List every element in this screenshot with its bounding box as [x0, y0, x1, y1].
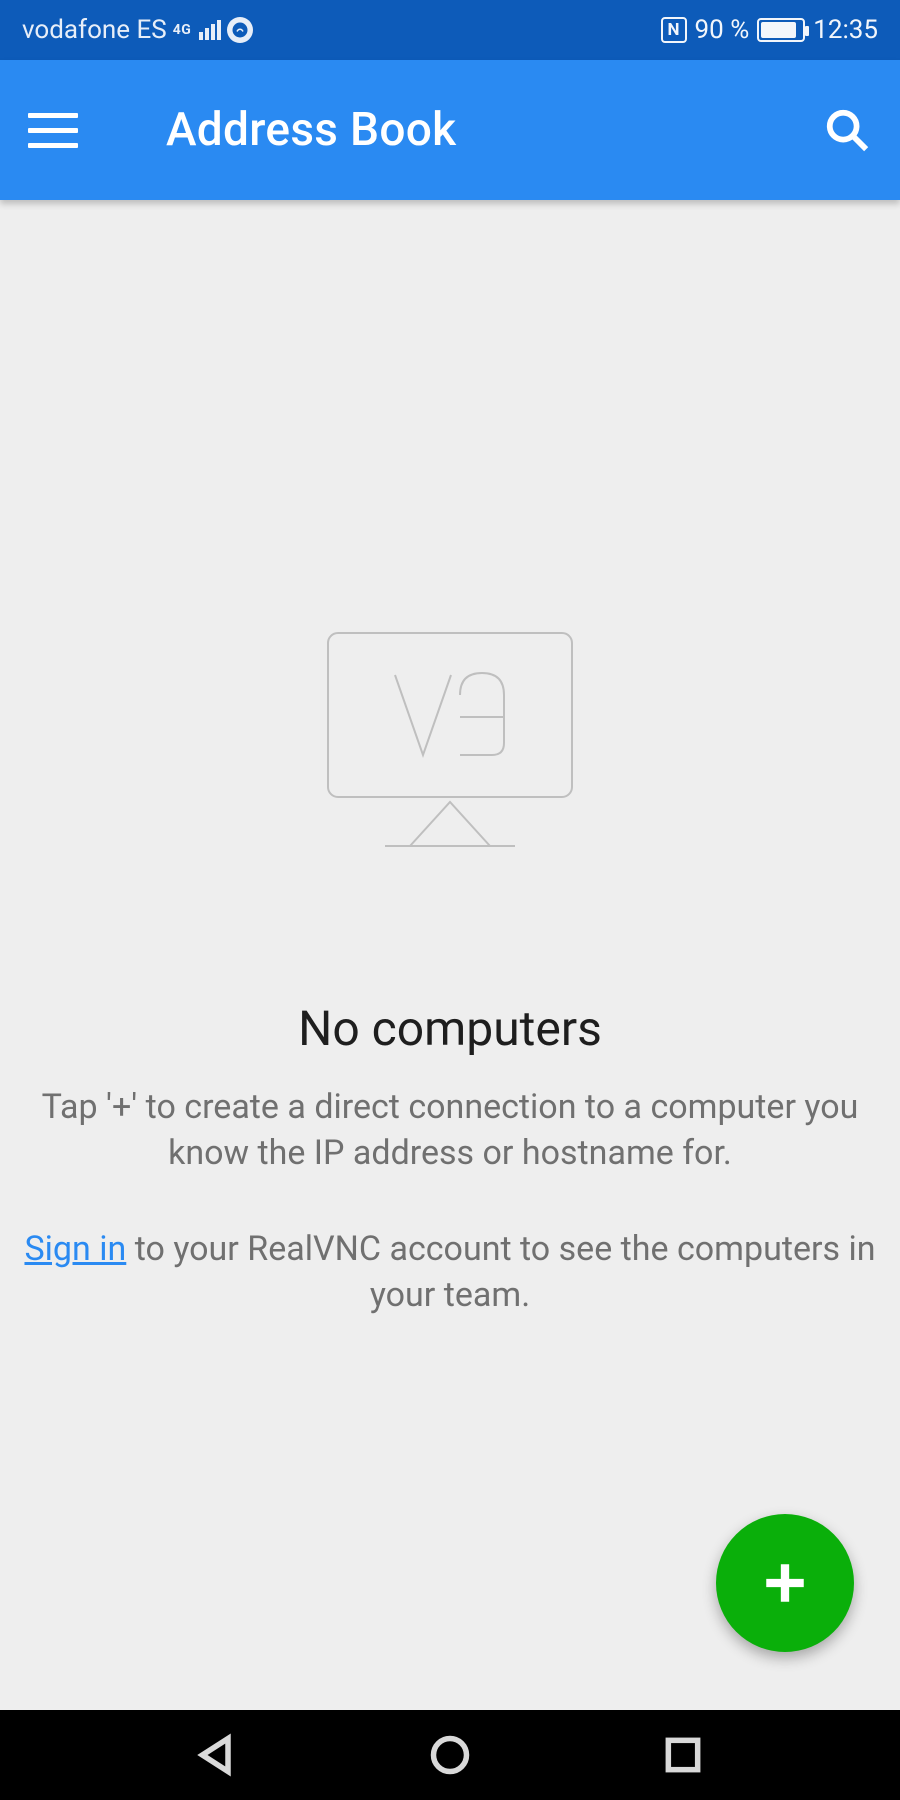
add-connection-button[interactable] [716, 1514, 854, 1652]
battery-icon [757, 18, 805, 42]
app-notification-icon [227, 17, 253, 43]
empty-state-subtext: Tap '+' to create a direct connection to… [0, 1085, 900, 1177]
empty-state-heading: No computers [298, 1000, 602, 1057]
plus-icon [760, 1558, 810, 1608]
app-bar: Address Book [0, 60, 900, 200]
empty-state-signin-line: Sign in to your RealVNC account to see t… [0, 1227, 900, 1319]
status-bar: vodafone ES 4G N 90 % 12:35 [0, 0, 900, 60]
network-badge: 4G [173, 24, 192, 36]
menu-icon[interactable] [28, 105, 78, 155]
back-button[interactable] [192, 1730, 242, 1780]
signin-rest-text: to your RealVNC account to see the compu… [126, 1229, 875, 1315]
status-right: N 90 % 12:35 [661, 15, 878, 45]
battery-percent: 90 % [695, 15, 750, 45]
signal-icon [199, 20, 221, 40]
recent-apps-button[interactable] [658, 1730, 708, 1780]
empty-illustration-icon [325, 630, 575, 850]
system-nav-bar [0, 1710, 900, 1800]
page-title: Address Book [166, 103, 456, 157]
nfc-icon: N [661, 17, 687, 43]
content-area: No computers Tap '+' to create a direct … [0, 200, 900, 1710]
home-button[interactable] [425, 1730, 475, 1780]
search-icon[interactable] [822, 105, 872, 155]
carrier-label: vodafone ES [22, 15, 167, 45]
status-left: vodafone ES 4G [22, 15, 253, 45]
sign-in-link[interactable]: Sign in [24, 1229, 126, 1269]
clock: 12:35 [813, 15, 878, 45]
